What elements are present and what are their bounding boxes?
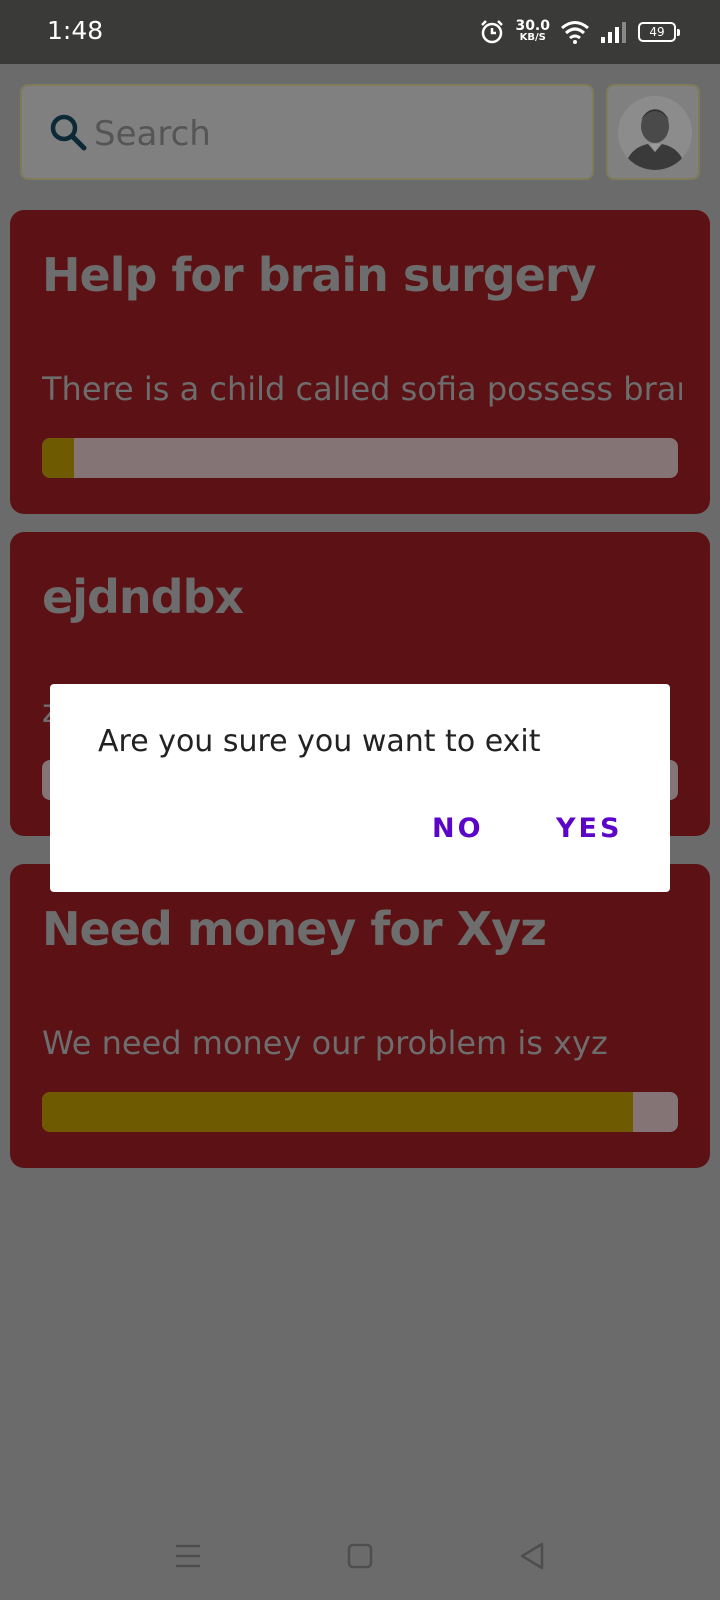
battery-icon: 49 <box>638 22 680 42</box>
user-avatar-icon <box>618 96 692 170</box>
status-bar: 1:48 30.0 KB/S 49 <box>0 0 720 64</box>
campaign-card[interactable]: Help for brain surgery There is a child … <box>10 210 710 514</box>
status-time: 1:48 <box>47 16 104 45</box>
progress-fill <box>42 1092 634 1132</box>
yes-button[interactable]: YES <box>546 802 632 854</box>
network-speed: 30.0 KB/S <box>515 18 550 43</box>
campaign-progress-bar <box>42 1092 678 1132</box>
alarm-icon <box>481 20 504 44</box>
campaign-description: We need money our problem is xyz <box>42 1024 608 1062</box>
search-bar[interactable] <box>20 84 594 180</box>
campaign-title: Need money for Xyz <box>42 902 547 956</box>
signal-icon <box>601 22 626 43</box>
search-input[interactable] <box>94 112 574 156</box>
profile-button[interactable] <box>606 84 700 180</box>
wifi-icon <box>561 21 589 44</box>
search-icon <box>50 114 87 151</box>
campaign-progress-bar <box>42 438 678 478</box>
dialog-message: Are you sure you want to exit <box>98 724 541 759</box>
home-icon[interactable] <box>338 1534 382 1578</box>
progress-fill <box>42 438 74 478</box>
exit-dialog: Are you sure you want to exit NO YES <box>50 684 670 892</box>
campaign-title: ejdndbx <box>42 570 244 624</box>
campaign-title: Help for brain surgery <box>42 248 597 302</box>
avatar <box>618 96 692 170</box>
status-icons: 30.0 KB/S 49 <box>479 16 680 48</box>
navigation-bar <box>0 1520 720 1600</box>
menu-icon[interactable] <box>166 1534 210 1578</box>
campaign-card[interactable]: Need money for Xyz We need money our pro… <box>10 864 710 1168</box>
back-icon[interactable] <box>510 1534 554 1578</box>
no-button[interactable]: NO <box>422 802 494 854</box>
campaign-description: There is a child called sofia possess br… <box>42 370 682 408</box>
